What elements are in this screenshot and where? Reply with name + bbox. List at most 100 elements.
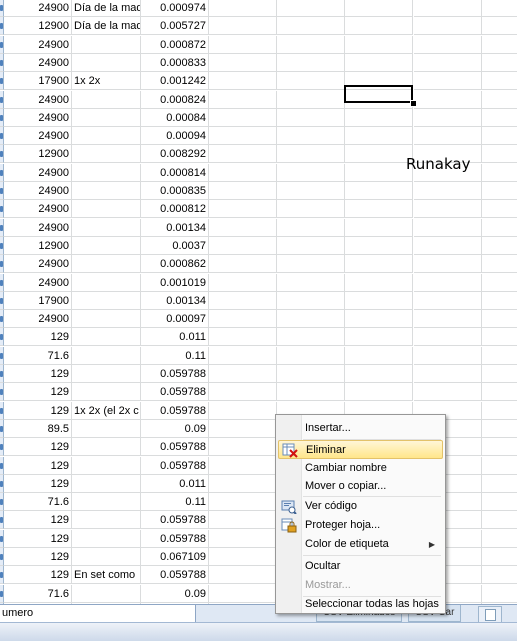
empty-cell[interactable] — [209, 17, 277, 36]
empty-cell[interactable] — [209, 566, 277, 585]
empty-cell[interactable] — [345, 365, 413, 383]
empty-cell[interactable] — [482, 145, 517, 164]
price-cell[interactable]: 129 — [4, 529, 72, 548]
description-cell[interactable] — [72, 548, 141, 566]
empty-cell[interactable] — [277, 72, 345, 91]
empty-cell[interactable] — [345, 346, 413, 365]
empty-cell[interactable] — [482, 420, 517, 438]
empty-cell[interactable] — [414, 346, 482, 365]
empty-cell[interactable] — [414, 182, 482, 200]
ratio-cell[interactable]: 0.008292 — [141, 145, 209, 164]
empty-cell[interactable] — [345, 163, 413, 182]
empty-cell[interactable] — [277, 127, 345, 146]
ratio-cell[interactable]: 0.001242 — [141, 72, 209, 91]
empty-cell[interactable] — [482, 255, 517, 274]
empty-cell[interactable] — [277, 236, 345, 255]
empty-cell[interactable] — [482, 438, 517, 457]
price-cell[interactable]: 24900 — [4, 255, 72, 274]
ratio-cell[interactable]: 0.000872 — [141, 35, 209, 54]
empty-cell[interactable] — [482, 274, 517, 292]
price-cell[interactable]: 24900 — [4, 0, 72, 17]
empty-cell[interactable] — [209, 90, 277, 109]
empty-cell[interactable] — [345, 218, 413, 237]
description-cell[interactable]: 1x 2x (el 2x c — [72, 401, 141, 420]
empty-cell[interactable] — [209, 548, 277, 566]
description-cell[interactable] — [72, 328, 141, 347]
empty-cell[interactable] — [482, 127, 517, 146]
price-cell[interactable]: 129 — [4, 474, 72, 493]
description-cell[interactable] — [72, 584, 141, 603]
ratio-cell[interactable]: 0.005727 — [141, 17, 209, 36]
empty-cell[interactable] — [209, 456, 277, 475]
empty-cell[interactable] — [209, 236, 277, 255]
empty-cell[interactable] — [209, 493, 277, 512]
empty-cell[interactable] — [209, 72, 277, 91]
ratio-cell[interactable]: 0.000812 — [141, 200, 209, 219]
description-cell[interactable] — [72, 35, 141, 54]
menu-item-ver-codigo[interactable]: Ver código — [278, 497, 443, 516]
empty-cell[interactable] — [277, 108, 345, 127]
description-cell[interactable] — [72, 291, 141, 310]
empty-cell[interactable] — [482, 72, 517, 91]
empty-cell[interactable] — [209, 53, 277, 72]
empty-cell[interactable] — [277, 17, 345, 36]
empty-cell[interactable] — [414, 35, 482, 54]
menu-item-cambiar-nombre[interactable]: Cambiar nombre — [278, 459, 443, 478]
ratio-cell[interactable]: 0.09 — [141, 419, 209, 438]
empty-cell[interactable] — [209, 419, 277, 438]
empty-cell[interactable] — [482, 292, 517, 310]
empty-cell[interactable] — [209, 218, 277, 237]
empty-cell[interactable] — [414, 255, 482, 274]
empty-cell[interactable] — [209, 401, 277, 420]
price-cell[interactable]: 129 — [4, 401, 72, 420]
price-cell[interactable]: 12900 — [4, 17, 72, 36]
empty-cell[interactable] — [345, 17, 413, 36]
empty-cell[interactable] — [209, 474, 277, 493]
description-cell[interactable] — [72, 236, 141, 255]
empty-cell[interactable] — [482, 310, 517, 329]
empty-cell[interactable] — [277, 53, 345, 72]
price-cell[interactable]: 71.6 — [4, 493, 72, 512]
empty-cell[interactable] — [414, 291, 482, 310]
empty-cell[interactable] — [209, 529, 277, 548]
empty-cell[interactable] — [277, 383, 345, 402]
empty-cell[interactable] — [209, 200, 277, 219]
menu-item-color-etiqueta[interactable]: Color de etiqueta ▶ — [278, 535, 443, 554]
ratio-cell[interactable]: 0.000833 — [141, 53, 209, 72]
ratio-cell[interactable]: 0.067109 — [141, 548, 209, 566]
empty-cell[interactable] — [482, 530, 517, 548]
empty-cell[interactable] — [482, 566, 517, 585]
empty-cell[interactable] — [414, 127, 482, 146]
ratio-cell[interactable]: 0.00094 — [141, 127, 209, 146]
empty-cell[interactable] — [414, 310, 482, 329]
description-cell[interactable] — [72, 529, 141, 548]
empty-cell[interactable] — [482, 493, 517, 512]
empty-cell[interactable] — [414, 236, 482, 255]
empty-cell[interactable] — [277, 35, 345, 54]
empty-cell[interactable] — [345, 291, 413, 310]
empty-cell[interactable] — [209, 273, 277, 292]
empty-cell[interactable] — [345, 35, 413, 54]
empty-cell[interactable] — [277, 291, 345, 310]
insert-sheet-button[interactable] — [478, 606, 502, 623]
empty-cell[interactable] — [482, 328, 517, 347]
price-cell[interactable]: 24900 — [4, 90, 72, 109]
description-cell[interactable]: Día de la mad — [72, 0, 141, 17]
empty-cell[interactable] — [209, 346, 277, 365]
empty-cell[interactable] — [482, 36, 517, 54]
empty-cell[interactable] — [209, 310, 277, 329]
price-cell[interactable]: 129 — [4, 548, 72, 566]
description-cell[interactable] — [72, 255, 141, 274]
empty-cell[interactable] — [482, 54, 517, 72]
empty-cell[interactable] — [345, 236, 413, 255]
empty-cell[interactable] — [482, 200, 517, 219]
empty-cell[interactable] — [209, 291, 277, 310]
ratio-cell[interactable]: 0.000862 — [141, 255, 209, 274]
empty-cell[interactable] — [414, 218, 482, 237]
description-cell[interactable] — [72, 145, 141, 164]
description-cell[interactable] — [72, 163, 141, 182]
ratio-cell[interactable]: 0.00134 — [141, 218, 209, 237]
ratio-cell[interactable]: 0.000974 — [141, 0, 209, 17]
empty-cell[interactable] — [482, 347, 517, 365]
empty-cell[interactable] — [277, 346, 345, 365]
